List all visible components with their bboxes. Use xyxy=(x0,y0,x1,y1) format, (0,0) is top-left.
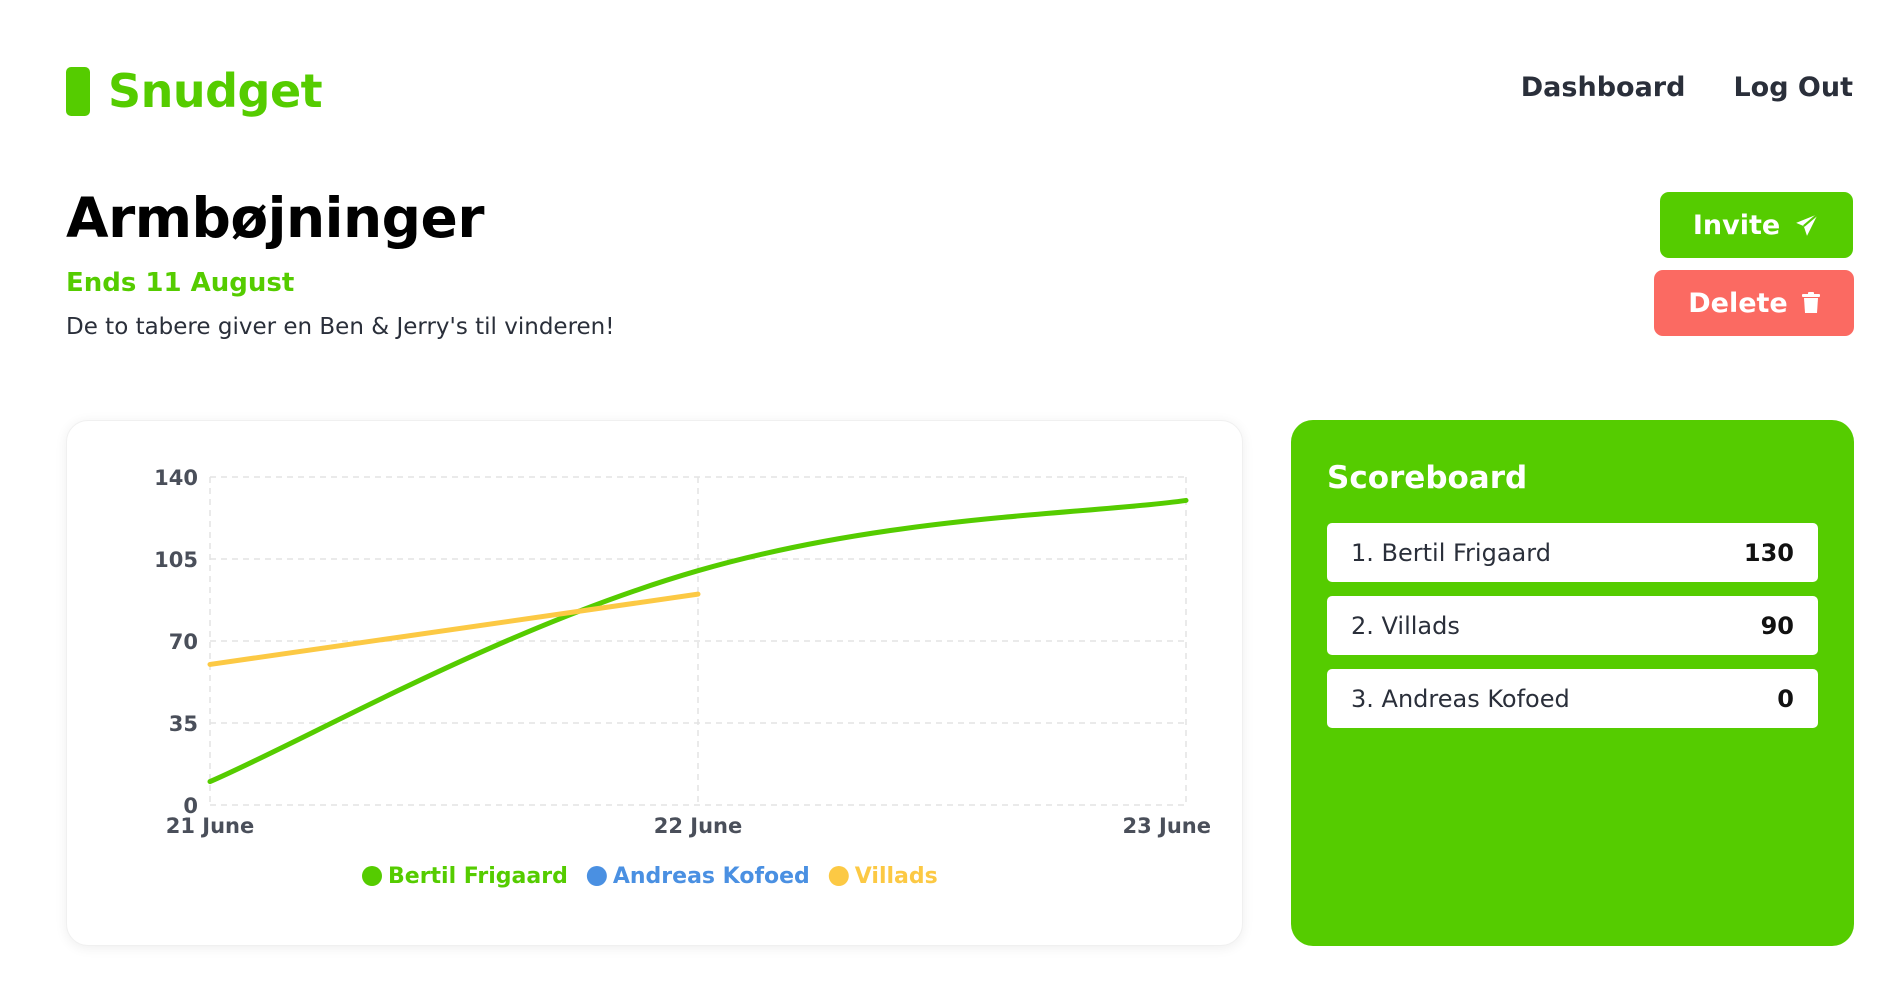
invite-button[interactable]: Invite xyxy=(1660,192,1853,258)
challenge-end-date: Ends 11 August xyxy=(66,268,295,298)
top-nav: Dashboard Log Out xyxy=(1521,72,1853,103)
scoreboard-row-name: 3. Andreas Kofoed xyxy=(1351,684,1570,713)
scoreboard-row-name: 2. Villads xyxy=(1351,611,1460,640)
brand-name: Snudget xyxy=(108,64,323,118)
trash-icon xyxy=(1801,292,1820,313)
scoreboard-row-score: 130 xyxy=(1743,538,1794,567)
scoreboard-row-name: 1. Bertil Frigaard xyxy=(1351,538,1551,567)
progress-chart: 0357010514021 June 22 June 23 JuneBertil F… xyxy=(154,466,1212,889)
scoreboard-row: 1. Bertil Frigaard 130 xyxy=(1327,523,1818,582)
legend-label: Andreas Kofoed xyxy=(613,864,810,889)
legend-marker xyxy=(586,866,607,886)
y-tick-label: 70 xyxy=(169,630,198,654)
series-line xyxy=(207,591,701,667)
nav-dashboard-link[interactable]: Dashboard xyxy=(1521,72,1686,103)
delete-button[interactable]: Delete xyxy=(1654,270,1854,336)
legend-marker xyxy=(828,866,849,886)
scoreboard-title: Scoreboard xyxy=(1327,460,1528,496)
x-tick-label: 23 June xyxy=(1123,814,1212,838)
delete-button-label: Delete xyxy=(1688,287,1788,319)
x-tick-label: 21 June xyxy=(166,814,255,838)
page-title: Armbøjninger xyxy=(66,186,484,250)
x-tick-label: 22 June xyxy=(654,814,743,838)
paper-plane-icon xyxy=(1796,213,1819,236)
scoreboard-row: 2. Villads 90 xyxy=(1327,596,1818,655)
y-tick-label: 35 xyxy=(169,712,198,736)
legend-marker xyxy=(362,866,382,886)
y-tick-label: 140 xyxy=(154,466,198,490)
scoreboard-panel: Scoreboard 1. Bertil Frigaard 130 2. Vil… xyxy=(1291,420,1854,946)
progress-chart-card: 0 35 70 105 140 21 June 22 June 23 June Bertil F… xyxy=(66,420,1243,946)
brand-logo[interactable]: Snudget xyxy=(66,64,323,118)
legend-label: Villads xyxy=(855,864,938,889)
challenge-description: De to tabere giver en Ben & Jerry's til … xyxy=(66,314,615,340)
logo-mark-icon xyxy=(66,66,90,116)
nav-logout-link[interactable]: Log Out xyxy=(1733,72,1853,103)
invite-button-label: Invite xyxy=(1692,209,1781,241)
scoreboard-row: 3. Andreas Kofoed 0 xyxy=(1327,669,1818,728)
scoreboard-row-score: 0 xyxy=(1777,684,1794,713)
scoreboard-row-score: 90 xyxy=(1760,611,1794,640)
y-tick-label: 105 xyxy=(154,548,198,572)
legend-label: Bertil Frigaard xyxy=(388,864,568,889)
